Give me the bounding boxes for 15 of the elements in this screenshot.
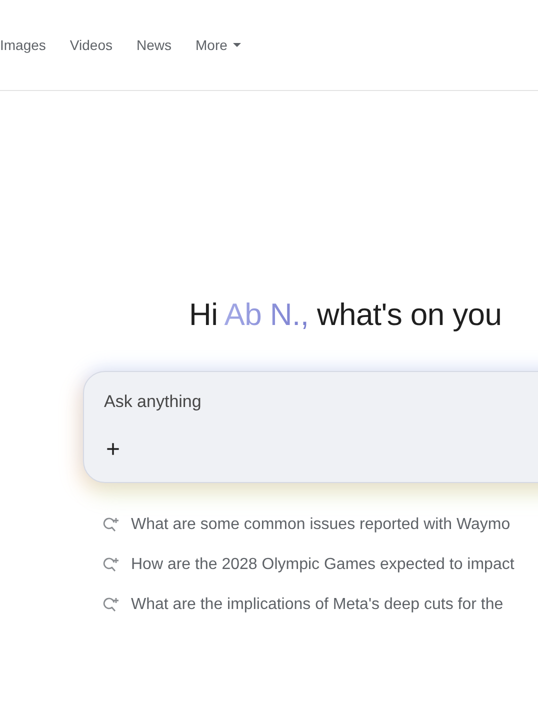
suggestion-link[interactable]: What are some common issues reported with Waymo — [131, 516, 510, 534]
suggestion-link[interactable]: How are the 2028 Olympic Games expected to impact — [131, 556, 514, 574]
add-button[interactable]: + — [104, 438, 126, 462]
search-input[interactable]: Ask anything — [104, 392, 504, 412]
caret-icon — [233, 43, 242, 47]
suggestion-link[interactable]: What are the implications of Meta's deep cuts for the — [131, 596, 504, 614]
search-icon — [103, 517, 121, 533]
nav-link[interactable]: News — [136, 37, 172, 53]
search-icon — [103, 597, 121, 613]
search-box[interactable]: Ask anything + — [83, 371, 538, 483]
nav-link[interactable]: Images — [0, 37, 46, 53]
search-icon — [103, 557, 121, 573]
greeting-heading: Hi Ab N., what's on you — [189, 297, 503, 333]
nav-link[interactable]: More — [196, 37, 242, 53]
nav-link[interactable]: Videos — [70, 37, 112, 53]
